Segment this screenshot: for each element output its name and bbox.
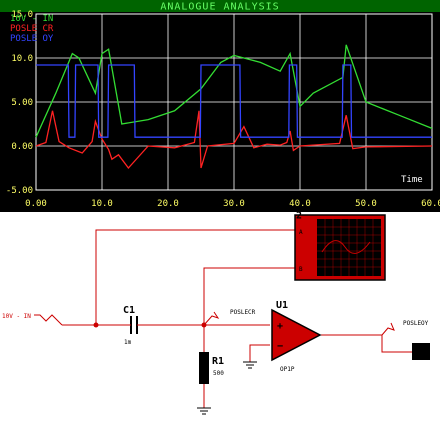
capacitor-ref: C1 [123, 305, 135, 316]
opamp-type: OP1P [280, 366, 295, 373]
oscilloscope-channel-a: A [299, 229, 303, 236]
x-tick-label: 40.0 [289, 199, 311, 209]
oscilloscope-channel-b: B [299, 266, 303, 273]
probe-output[interactable] [381, 322, 395, 336]
wire-output [320, 334, 412, 353]
legend-series-oy: POSLE OY [10, 34, 54, 44]
graph-title: ANALOGUE ANALYSIS [160, 2, 279, 13]
opamp-u1[interactable]: + − [271, 308, 322, 362]
wire-opamp-minus-ground [249, 344, 270, 362]
x-tick-label: 10.0 [91, 199, 113, 209]
resistor-value: 500 [213, 370, 224, 377]
opamp-plus-sign: + [277, 321, 283, 332]
chart-grid [35, 13, 433, 191]
graph-canvas: ANALOGUE ANALYSIS 15.010.05.000.00-5.00 … [0, 0, 440, 209]
x-tick-labels: 0.00 10.0 20.0 30.0 40.0 50.0 60.0 [25, 199, 440, 209]
x-tick-label: 30.0 [223, 199, 245, 209]
x-tick-label: 0.00 [25, 199, 47, 209]
probe-cr[interactable] [203, 311, 220, 326]
y-tick-label: 10.0 [11, 54, 33, 64]
legend-series-in: 10V - IN [10, 14, 53, 24]
oscilloscope[interactable] [294, 214, 386, 281]
capacitor-c1[interactable] [124, 316, 144, 334]
resistor-ref: R1 [212, 356, 224, 367]
x-tick-label: 60.0 [421, 199, 440, 209]
input-label: 10V - IN [2, 313, 31, 320]
junction-input [93, 322, 99, 328]
capacitor-value: 1m [124, 339, 132, 346]
opamp-minus-sign: − [277, 341, 283, 352]
input-terminal[interactable] [34, 314, 63, 326]
x-axis-label: Time [401, 175, 423, 185]
analogue-analysis-graph: ANALOGUE ANALYSIS 15.0 10.0 5.00 0.00 -5.00 … [0, 0, 440, 212]
output-label: POSLEOY [403, 320, 429, 327]
y-tick-label: 0.00 [11, 142, 33, 152]
x-tick-label: 20.0 [157, 199, 179, 209]
output-terminal[interactable] [412, 343, 430, 360]
node-cr-label: POSLECR [230, 309, 256, 316]
y-tick-label: -5.00 [6, 186, 33, 196]
legend-series-cr: POSLE CR [10, 24, 54, 34]
oscilloscope-number: 2 [296, 212, 302, 221]
opamp-ref: U1 [276, 300, 288, 311]
schematic-canvas: 10V - IN C1 1m POSLECR R1 500 + − U1 OP1… [2, 210, 430, 415]
ground-r1 [197, 407, 211, 415]
x-tick-label: 50.0 [355, 199, 377, 209]
resistor-r1[interactable] [199, 352, 209, 384]
circuit-schematic: 10V - IN C1 1m POSLECR R1 500 + − U1 OP1… [0, 210, 440, 428]
ground-opamp [243, 361, 257, 369]
y-tick-label: 5.00 [11, 98, 33, 108]
chart-legend: 10V - IN POSLE CR POSLE OY [10, 14, 54, 44]
